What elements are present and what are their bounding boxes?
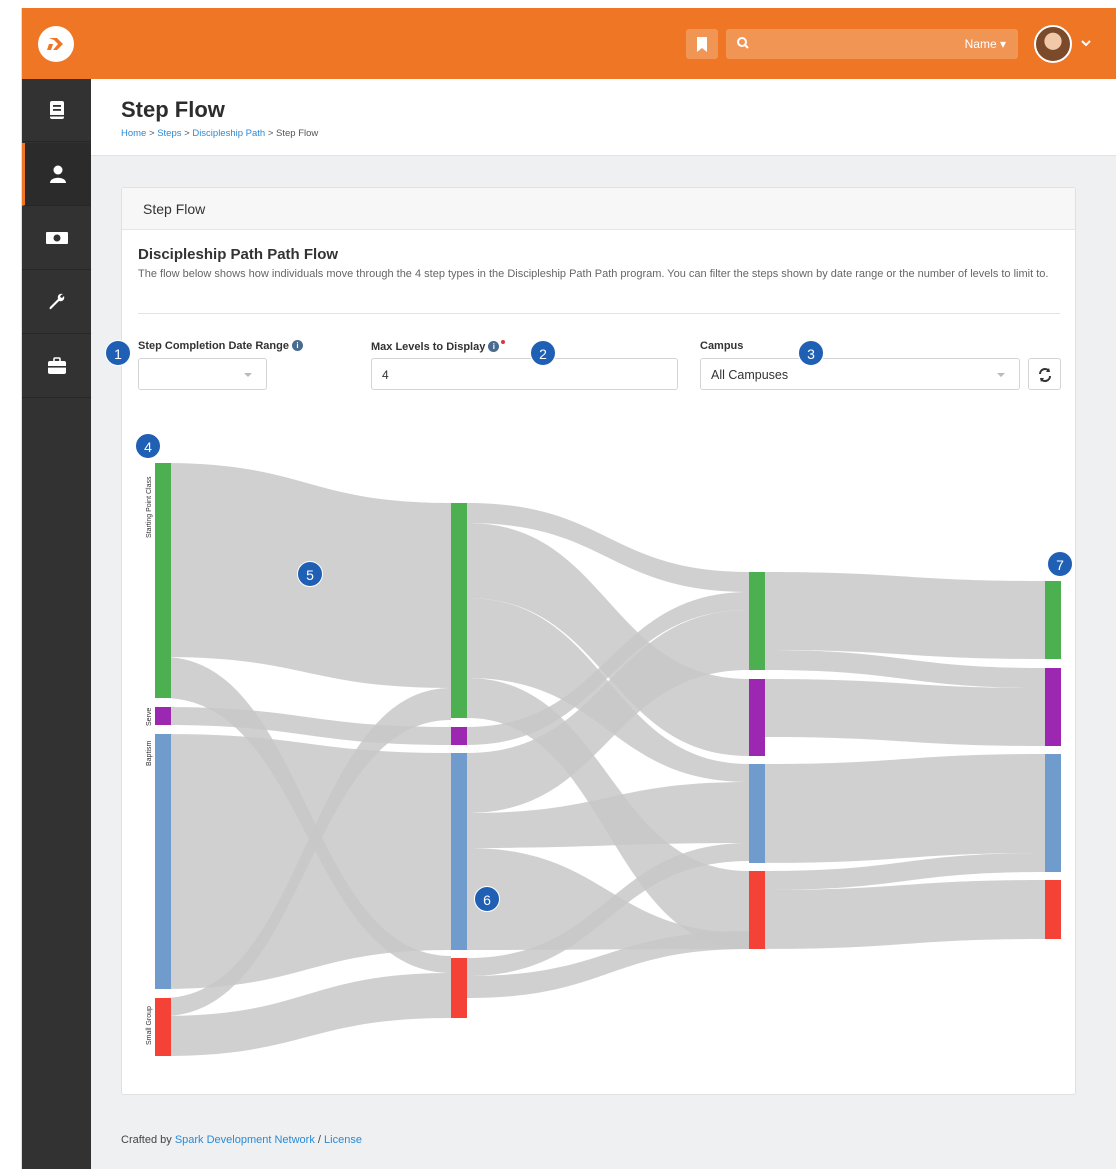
node-baptism[interactable] bbox=[155, 734, 171, 989]
node-label-serve: Serve bbox=[146, 708, 153, 726]
node-level4-green[interactable] bbox=[1045, 581, 1061, 659]
node-label-starting-point-class: Starting Point Class bbox=[146, 476, 153, 538]
node-level3-blue[interactable] bbox=[749, 764, 765, 863]
node-level4-blue[interactable] bbox=[1045, 754, 1061, 872]
node-label-small-group: Small Group bbox=[146, 1006, 153, 1045]
node-level2-purple[interactable] bbox=[451, 727, 467, 745]
flow-link bbox=[765, 679, 1045, 746]
node-level3-purple[interactable] bbox=[749, 679, 765, 756]
flow-link bbox=[765, 880, 1045, 949]
node-level4-red[interactable] bbox=[1045, 880, 1061, 939]
node-serve[interactable] bbox=[155, 707, 171, 725]
footer-prefix: Crafted by bbox=[121, 1134, 172, 1146]
node-level3-green[interactable] bbox=[749, 572, 765, 670]
callout-badge: 3 bbox=[798, 340, 824, 366]
node-level2-blue[interactable] bbox=[451, 753, 467, 950]
node-level2-red[interactable] bbox=[451, 958, 467, 1018]
node-starting-point-class[interactable] bbox=[155, 463, 171, 698]
callout-badge: 7 bbox=[1047, 551, 1073, 577]
step-flow-sankey-chart: Starting Point Class Serve Baptism Small… bbox=[146, 463, 1061, 1056]
callout-badge: 6 bbox=[474, 886, 500, 912]
footer-org-link[interactable]: Spark Development Network bbox=[175, 1134, 315, 1146]
callout-badge: 5 bbox=[297, 561, 323, 587]
node-small-group[interactable] bbox=[155, 998, 171, 1056]
node-level3-red[interactable] bbox=[749, 871, 765, 949]
node-label-baptism: Baptism bbox=[146, 741, 153, 766]
node-level4-purple[interactable] bbox=[1045, 668, 1061, 746]
footer-separator: / bbox=[317, 1134, 321, 1146]
callout-badge: 2 bbox=[530, 340, 556, 366]
flow-link bbox=[765, 572, 1045, 659]
flow-links bbox=[163, 463, 1045, 1056]
footer-license-link[interactable]: License bbox=[324, 1134, 362, 1146]
flow-link bbox=[765, 754, 1045, 863]
callout-badge: 1 bbox=[105, 340, 131, 366]
node-level2-green[interactable] bbox=[451, 503, 467, 718]
footer: Crafted by Spark Development Network / L… bbox=[121, 1134, 362, 1146]
callout-badge: 4 bbox=[135, 433, 161, 459]
app-window: Name ▾ Step Flow Home > Steps > Disciple… bbox=[21, 8, 1116, 1169]
